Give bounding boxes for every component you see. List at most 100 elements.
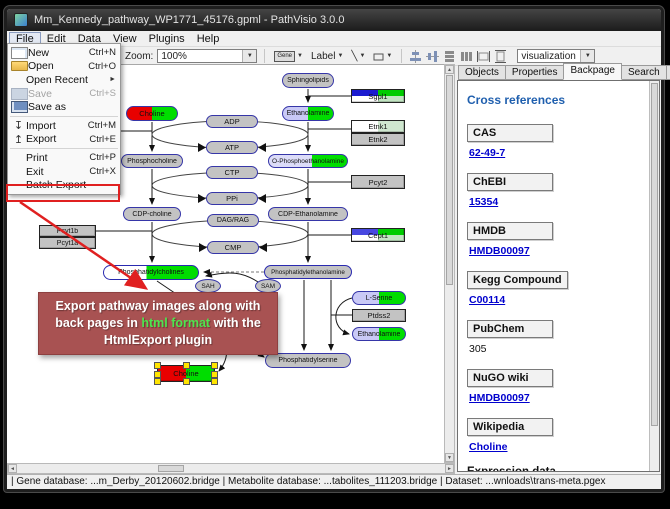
node-choline-selected[interactable]: Choline [157, 365, 215, 382]
node-label: Etnk1 [368, 122, 387, 131]
node-phosphatidylethanolamine[interactable]: Phosphatidylethanolamine [264, 265, 352, 279]
chevron-down-icon[interactable]: ▼ [386, 53, 392, 59]
tab-properties[interactable]: Properties [505, 65, 565, 80]
menu-separator [10, 148, 118, 149]
scrollbar-thumb[interactable] [651, 83, 658, 426]
node-ppi[interactable]: PPi [206, 192, 258, 205]
node-choline-top[interactable]: Choline [126, 106, 178, 121]
menu-item-save[interactable]: SaveCtrl+S [8, 87, 120, 101]
align-center-horizontal-button[interactable] [409, 50, 422, 63]
menu-help[interactable]: Help [191, 32, 226, 46]
scrollbar-thumb[interactable] [158, 465, 184, 472]
selection-handle[interactable] [211, 378, 218, 385]
label-tool-button[interactable]: Label ▼ [309, 49, 345, 64]
node-label: Pcyt1b [57, 228, 78, 235]
node-pcyt2[interactable]: Pcyt2 [351, 175, 405, 189]
node-cdp-ethanolamine[interactable]: CDP-Ethanolamine [268, 207, 348, 221]
title-bar[interactable]: Mm_Kennedy_pathway_WP1771_45176.gpml - P… [7, 9, 661, 31]
xref-section: ChEBI15354 [467, 172, 645, 208]
node-l-serine[interactable]: L-Serine [352, 291, 406, 305]
selection-handle[interactable] [183, 378, 190, 385]
node-atp[interactable]: ATP [206, 141, 258, 154]
xref-link[interactable]: Choline [469, 441, 645, 453]
selection-handle[interactable] [154, 371, 161, 378]
node-etnk1[interactable]: Etnk1 [351, 120, 405, 133]
node-cept1[interactable]: Cept1 [351, 228, 405, 242]
zoom-combobox[interactable]: 100% ▼ [157, 49, 257, 63]
menu-item-print[interactable]: PrintCtrl+P [8, 151, 120, 165]
node-ptdss2[interactable]: Ptdss2 [352, 309, 406, 322]
xref-link[interactable]: HMDB00097 [469, 245, 645, 257]
menu-item-exit[interactable]: ExitCtrl+X [8, 165, 120, 179]
chevron-down-icon[interactable]: ▼ [337, 53, 343, 59]
selection-handle[interactable] [154, 362, 161, 369]
xref-link[interactable]: 62-49-7 [469, 147, 645, 159]
xref-section: NuGO wikiHMDB00097 [467, 368, 645, 404]
node-etnk2[interactable]: Etnk2 [351, 133, 405, 146]
node-sgpl1[interactable]: Sgpl1 [351, 89, 405, 103]
xref-section: CAS62-49-7 [467, 123, 645, 159]
stack-horizontal-button[interactable] [460, 50, 473, 63]
selection-handle[interactable] [211, 371, 218, 378]
scroll-up-icon[interactable]: ▲ [445, 65, 454, 74]
sidebar-scrollbar[interactable] [649, 81, 659, 471]
menu-item-open[interactable]: OpenCtrl+O [8, 60, 120, 74]
node-sphingolipids[interactable]: Sphingolipids [282, 73, 334, 88]
node-adp[interactable]: ADP [206, 115, 258, 128]
tab-legend[interactable]: Legend [666, 65, 670, 80]
node-sam[interactable]: SAM [255, 279, 281, 293]
node-ethanolamine-bottom[interactable]: Ethanolamine [352, 327, 406, 341]
chevron-down-icon[interactable]: ▼ [580, 50, 594, 62]
datanode-tool-button[interactable]: Gene ▼ [272, 49, 305, 64]
xref-link[interactable]: HMDB00097 [469, 392, 645, 404]
zoom-value: 100% [161, 51, 187, 62]
line-tool-button[interactable]: ╲ ▼ [349, 49, 367, 64]
scroll-down-icon[interactable]: ▼ [445, 453, 454, 462]
node-pcyt1b[interactable]: Pcyt1b [39, 225, 96, 237]
node-ctp[interactable]: CTP [206, 166, 258, 179]
match-height-button[interactable] [494, 50, 507, 63]
xref-link[interactable]: 15354 [469, 196, 645, 208]
node-cdp-choline[interactable]: CDP-choline [123, 207, 181, 221]
scroll-right-icon[interactable]: ► [445, 464, 454, 473]
scroll-left-icon[interactable]: ◄ [8, 464, 17, 473]
xref-section: WikipediaCholine [467, 417, 645, 453]
tab-backpage[interactable]: Backpage [563, 63, 621, 80]
menu-item-save-as[interactable]: Save as [8, 100, 120, 114]
node-pcyt1a[interactable]: Pcyt1a [39, 237, 96, 249]
chevron-down-icon[interactable]: ▼ [359, 53, 365, 59]
node-ethanolamine-top[interactable]: Ethanolamine [282, 106, 334, 121]
chevron-down-icon[interactable]: ▼ [242, 50, 256, 62]
menu-item-shortcut: Ctrl+X [89, 166, 116, 177]
selection-handle[interactable] [154, 378, 161, 385]
tab-search[interactable]: Search [621, 65, 667, 80]
chevron-down-icon[interactable]: ▼ [297, 53, 303, 59]
node-dag[interactable]: DAG/RAG [207, 214, 259, 227]
node-phosphatidylserine[interactable]: Phosphatidylserine [265, 353, 351, 368]
node-phosphocholine[interactable]: Phosphocholine [121, 154, 183, 168]
node-label: Ptdss2 [368, 311, 391, 320]
status-bar: | Gene database: ...m_Derby_20120602.bri… [7, 474, 661, 489]
node-cmp[interactable]: CMP [207, 241, 259, 254]
menu-item-export[interactable]: ExportCtrl+E [8, 133, 120, 147]
visualization-combobox[interactable]: visualization ▼ [517, 49, 595, 63]
menu-item-new[interactable]: NewCtrl+N [8, 46, 120, 60]
selection-handle[interactable] [211, 362, 218, 369]
menu-item-import[interactable]: ImportCtrl+M [8, 119, 120, 133]
align-center-vertical-button[interactable] [426, 50, 439, 63]
canvas-horizontal-scrollbar[interactable]: ◄ ► [7, 463, 455, 474]
canvas-vertical-scrollbar[interactable]: ▲ ▼ [444, 64, 455, 463]
node-o-phosphoethanolamine[interactable]: O-Phosphoethanolamine [268, 154, 348, 168]
shape-tool-button[interactable]: ▼ [371, 49, 394, 64]
menu-item-open-recent[interactable]: Open Recent► [8, 73, 120, 87]
node-phosphatidylcholines[interactable]: Phosphatidylcholines [103, 265, 199, 280]
tab-objects[interactable]: Objects [458, 65, 506, 80]
xref-link[interactable]: C00114 [469, 294, 645, 306]
scrollbar-thumb[interactable] [446, 75, 453, 285]
menu-plugins[interactable]: Plugins [143, 32, 191, 46]
menu-item-label: Import [26, 120, 84, 132]
stack-vertical-button[interactable] [443, 50, 456, 63]
node-sah[interactable]: SAH [195, 279, 221, 293]
match-width-button[interactable] [477, 50, 490, 63]
selection-handle[interactable] [183, 362, 190, 369]
